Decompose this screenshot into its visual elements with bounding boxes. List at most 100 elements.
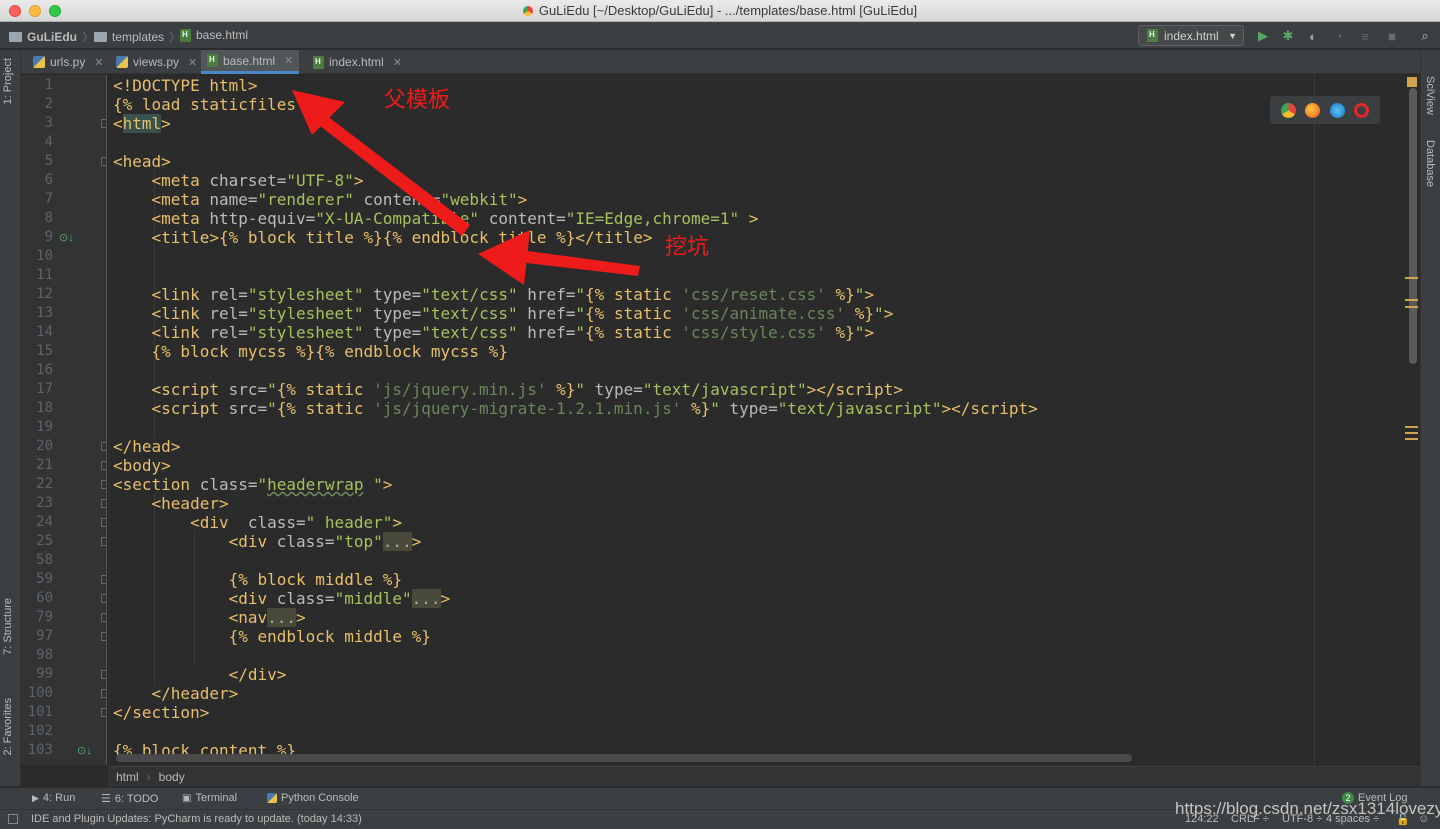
nav-crumb-file[interactable]: base.html [180,28,248,42]
watermark: https://blog.csdn.net/zsx1314lovezyf [1175,799,1440,818]
nav-crumb-label: templates [112,29,165,44]
fold-marker-icon[interactable] [101,632,106,641]
close-icon[interactable]: ✕ [393,56,402,69]
code-line: <header> [151,494,229,513]
breadcrumb-html[interactable]: html [116,770,139,784]
line-number: 99 [36,666,53,682]
close-icon[interactable]: ✕ [188,56,197,69]
fold-marker-icon[interactable] [101,537,106,546]
inspection-status-icon[interactable] [1407,77,1417,87]
opera-icon[interactable] [1354,102,1370,118]
fold-marker-icon[interactable] [101,499,106,508]
code-line: {% block mycss %}{% endblock mycss %} [151,342,508,361]
fold-marker-icon[interactable] [101,689,106,698]
error-stripe-marker[interactable] [1405,432,1418,434]
line-number: 100 [27,685,53,701]
run-configuration-select[interactable]: index.html ▼ [1138,25,1244,46]
code-line: {% block middle %} [228,570,402,589]
error-stripe-marker[interactable] [1405,277,1418,279]
fold-marker-icon[interactable] [101,594,106,603]
line-number: 17 [36,381,53,397]
tab-base-html[interactable]: base.html ✕ [201,50,300,74]
favorites-tool-tab[interactable]: 2: Favorites [2,698,14,755]
breadcrumb-body[interactable]: body [159,770,185,784]
minimize-window-button[interactable] [29,5,41,17]
line-number: 11 [36,267,53,283]
fold-marker-icon[interactable] [101,119,106,128]
coverage-icon[interactable]: ◐ [1304,27,1322,45]
line-number: 20 [36,438,53,454]
debug-icon[interactable]: ✱ [1279,27,1297,45]
terminal-icon: ▣ [182,792,192,804]
tab-views-py[interactable]: views.py ✕ [110,50,203,74]
navigation-bar: GuLiEdu 〉 templates 〉 base.html index.ht… [0,22,1440,49]
structure-tool-tab[interactable]: 7: Structure [2,598,14,655]
close-icon[interactable]: ✕ [94,56,103,69]
line-number: 10 [36,248,53,264]
html-file-icon [313,55,324,69]
fold-marker-icon[interactable] [101,157,106,166]
code-line: <link rel="stylesheet" type="text/css" h… [151,323,875,342]
project-tool-tab[interactable]: 1: Project [2,58,14,104]
stop-icon[interactable]: ■ [1383,27,1401,45]
close-window-button[interactable] [9,5,21,17]
code-line: <meta http-equiv="X-UA-Compatible" conte… [151,209,759,228]
nav-crumb-templates[interactable]: templates 〉 [94,28,181,45]
run-tool-button[interactable]: ▶ 4: Run [32,792,75,804]
list-icon: ☰ [101,793,111,805]
gutter-overlay [59,231,89,243]
toggle-tool-windows-icon[interactable] [8,814,18,824]
status-message[interactable]: IDE and Plugin Updates: PyCharm is ready… [31,813,362,825]
code-line: <link rel="stylesheet" type="text/css" h… [151,285,875,304]
chrome-icon[interactable] [1280,102,1296,118]
code-line: <nav...> [228,608,306,627]
left-tool-strip: 1: Project 7: Structure 2: Favorites [0,50,21,786]
error-stripe-marker[interactable] [1405,426,1418,428]
fold-marker-icon[interactable] [101,670,106,679]
fold-marker-icon[interactable] [101,613,106,622]
database-tool-tab[interactable]: Database [1424,140,1436,187]
override-marker-icon[interactable]: ⊙↓ [77,744,92,757]
sciview-tool-tab[interactable]: SciView [1424,76,1436,115]
folder-icon [9,31,22,42]
code-line: <meta name="renderer" content="webkit"> [151,190,528,209]
tab-index-html[interactable]: index.html ✕ [307,50,408,74]
code-line: <script src="{% static 'js/jquery.min.js… [151,380,903,399]
run-icon[interactable]: ▶ [1254,27,1272,45]
search-icon[interactable]: ⌕ [1416,27,1434,45]
tab-label: index.html [329,55,384,69]
profile-icon[interactable]: ◔ [1330,27,1348,45]
maximize-window-button[interactable] [49,5,61,17]
python-console-tool-button[interactable]: Python Console [267,792,359,804]
fold-marker-icon[interactable] [101,708,106,717]
error-stripe-marker[interactable] [1405,306,1418,308]
firefox-icon[interactable] [1305,102,1321,118]
html-file-icon [1147,29,1158,42]
nav-crumb-project[interactable]: GuLiEdu 〉 [9,28,94,45]
concurrency-icon[interactable]: ≡ [1356,27,1374,45]
terminal-tool-button[interactable]: ▣ Terminal [182,792,237,804]
vertical-scrollbar-thumb[interactable] [1409,88,1417,364]
window-titlebar: GuLiEdu [~/Desktop/GuLiEdu] - .../templa… [0,0,1440,22]
horizontal-scrollbar[interactable] [116,754,1132,762]
error-stripe-marker[interactable] [1405,299,1418,301]
code-editor[interactable]: <!DOCTYPE html> {% load staticfiles %} <… [108,75,1406,765]
tab-urls-py[interactable]: urls.py ✕ [27,50,110,74]
fold-marker-icon[interactable] [101,575,106,584]
line-number: 5 [44,153,53,169]
fold-marker-icon[interactable] [101,518,106,527]
line-number: 21 [36,457,53,473]
line-number: 3 [44,115,53,131]
fold-marker-icon[interactable] [101,442,106,451]
fold-marker-icon[interactable] [101,480,106,489]
todo-tool-button[interactable]: ☰ 6: TODO [101,792,159,806]
safari-icon[interactable] [1329,102,1345,118]
line-number: 22 [36,476,53,492]
code-line: <section class="headerwrap "> [113,475,393,494]
fold-marker-icon[interactable] [101,461,106,470]
tool-button-label: 6: TODO [114,792,159,805]
error-stripe-marker[interactable] [1405,438,1418,440]
code-line: <div class="middle"...> [228,589,451,608]
close-icon[interactable]: ✕ [284,54,293,67]
line-number-gutter[interactable]: 1 2 3 4 5 6 7 8 9 10 11 12 13 14 15 16 1… [21,75,107,765]
